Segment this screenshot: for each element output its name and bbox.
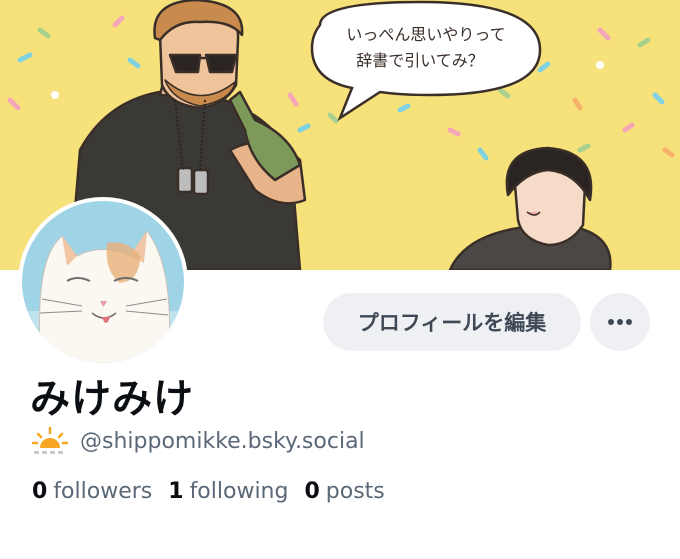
following-label: following [189, 479, 289, 504]
profile-stats: 0 followers 1 following 0 posts [32, 479, 401, 504]
handle-row: @shippomikke.bsky.social [32, 424, 365, 458]
sunrise-icon [32, 426, 68, 454]
posts-stat: 0 posts [304, 479, 384, 504]
followers-count: 0 [32, 479, 48, 504]
posts-label: posts [325, 479, 385, 504]
speech-line-1: いっぺん思いやりって [346, 25, 505, 44]
avatar-image [22, 201, 184, 363]
following-count: 1 [168, 479, 184, 504]
posts-count: 0 [304, 479, 320, 504]
display-name: みけみけ [30, 376, 194, 422]
edit-profile-label: プロフィールを編集 [357, 311, 547, 335]
speech-line-2: 辞書で引いてみ？ [356, 51, 484, 70]
followers-stat[interactable]: 0 followers [32, 479, 152, 504]
handle[interactable]: @shippomikke.bsky.social [80, 429, 365, 454]
avatar[interactable] [18, 197, 188, 367]
more-options-button[interactable] [590, 293, 650, 351]
ellipsis-icon [608, 319, 632, 325]
followers-label: followers [53, 479, 153, 504]
following-stat[interactable]: 1 following [168, 479, 288, 504]
edit-profile-button[interactable]: プロフィールを編集 [323, 293, 581, 351]
